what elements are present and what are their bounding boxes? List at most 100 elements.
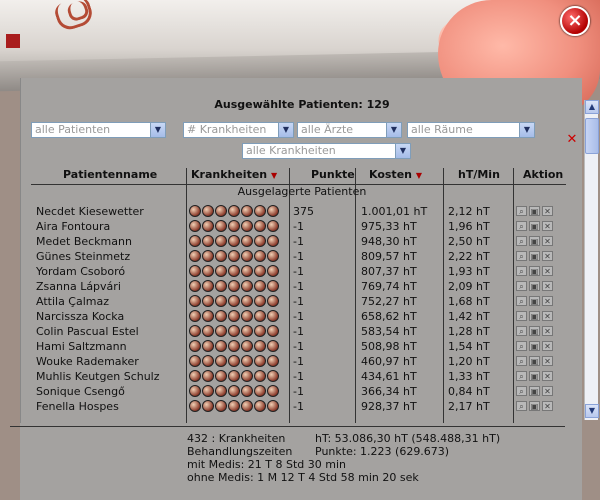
disease-icons (189, 280, 279, 292)
close-button[interactable]: × (560, 6, 590, 36)
disease-icons (189, 310, 279, 322)
table-row[interactable]: Wouke Rademaker -1 460,97 hT 1,20 hT ⌕ ▣ ✕ (21, 355, 566, 370)
edit-icon[interactable]: ▣ (529, 296, 540, 306)
disease-icon (228, 250, 240, 262)
delete-icon[interactable]: ✕ (542, 311, 553, 321)
scroll-thumb[interactable] (585, 118, 599, 154)
disease-count-dropdown[interactable]: # Krankheiten ▼ (183, 122, 294, 138)
disease-icon (241, 310, 253, 322)
table-row[interactable]: Attila Çalmaz -1 752,27 hT 1,68 hT ⌕ ▣ ✕ (21, 295, 566, 310)
disease-icon (202, 340, 214, 352)
search-icon[interactable]: ⌕ (516, 266, 527, 276)
disease-icon (202, 370, 214, 382)
delete-icon[interactable]: ✕ (542, 266, 553, 276)
disease-icon (254, 385, 266, 397)
disease-icons (189, 205, 279, 217)
delete-icon[interactable]: ✕ (542, 356, 553, 366)
row-actions: ⌕ ▣ ✕ (516, 311, 553, 321)
delete-icon[interactable]: ✕ (542, 281, 553, 291)
col-points[interactable]: Punkte (311, 168, 355, 182)
patient-name: Attila Çalmaz (36, 295, 110, 308)
search-icon[interactable]: ⌕ (516, 206, 527, 216)
delete-icon[interactable]: ✕ (542, 296, 553, 306)
disease-icon (254, 280, 266, 292)
row-actions: ⌕ ▣ ✕ (516, 371, 553, 381)
table-row[interactable]: Medet Beckmann -1 948,30 hT 2,50 hT ⌕ ▣ ✕ (21, 235, 566, 250)
disease-icon (189, 205, 201, 217)
table-row[interactable]: Colin Pascual Estel -1 583,54 hT 1,28 hT ⌕ ▣ ✕ (21, 325, 566, 340)
table-row[interactable]: Aira Fontoura -1 975,33 hT 1,96 hT ⌕ ▣ ✕ (21, 220, 566, 235)
table-row[interactable]: Sonique Csengő -1 366,34 hT 0,84 hT ⌕ ▣ ✕ (21, 385, 566, 400)
table-row[interactable]: Yordam Csoboró -1 807,37 hT 1,93 hT ⌕ ▣ ✕ (21, 265, 566, 280)
disease-icon (267, 385, 279, 397)
edit-icon[interactable]: ▣ (529, 371, 540, 381)
delete-icon[interactable]: ✕ (542, 236, 553, 246)
table-row[interactable]: Hami Saltzmann -1 508,98 hT 1,54 hT ⌕ ▣ ✕ (21, 340, 566, 355)
col-ht-min[interactable]: hT/Min (458, 168, 500, 182)
delete-icon[interactable]: ✕ (542, 341, 553, 351)
edit-icon[interactable]: ▣ (529, 236, 540, 246)
patient-ht-min: 2,09 hT (448, 280, 490, 293)
edit-icon[interactable]: ▣ (529, 386, 540, 396)
edit-icon[interactable]: ▣ (529, 311, 540, 321)
edit-icon[interactable]: ▣ (529, 221, 540, 231)
room-filter-dropdown[interactable]: alle Räume ▼ (407, 122, 535, 138)
search-icon[interactable]: ⌕ (516, 371, 527, 381)
disease-filter-dropdown[interactable]: alle Krankheiten ▼ (242, 143, 411, 159)
disease-icon (241, 205, 253, 217)
delete-icon[interactable]: ✕ (542, 326, 553, 336)
delete-icon[interactable]: ✕ (542, 251, 553, 261)
edit-icon[interactable]: ▣ (529, 251, 540, 261)
table-row[interactable]: Muhlis Keutgen Schulz -1 434,61 hT 1,33 hT ⌕… (21, 370, 566, 385)
col-diseases-label: Krankheiten (191, 168, 268, 181)
summary-ht: hT: 53.086,30 hT (548.488,31 hT) (315, 432, 501, 445)
edit-icon[interactable]: ▣ (529, 326, 540, 336)
doctor-filter-dropdown[interactable]: alle Ärzte ▼ (297, 122, 402, 138)
table-row[interactable]: Fenella Hospes -1 928,37 hT 2,17 hT ⌕ ▣ ✕ (21, 400, 566, 415)
disease-icon (241, 355, 253, 367)
delete-icon[interactable]: ✕ (542, 371, 553, 381)
summary-treatment: Behandlungszeiten (187, 445, 293, 458)
delete-icon[interactable]: ✕ (542, 206, 553, 216)
scroll-up-icon[interactable]: ▲ (585, 100, 599, 114)
search-icon[interactable]: ⌕ (516, 236, 527, 246)
delete-icon[interactable]: ✕ (542, 401, 553, 411)
edit-icon[interactable]: ▣ (529, 266, 540, 276)
col-diseases[interactable]: Krankheiten ▼ (191, 168, 277, 182)
search-icon[interactable]: ⌕ (516, 221, 527, 231)
disease-icon (254, 205, 266, 217)
search-icon[interactable]: ⌕ (516, 401, 527, 411)
patient-cost: 948,30 hT (361, 235, 417, 248)
delete-icon[interactable]: ✕ (542, 386, 553, 396)
search-icon[interactable]: ⌕ (516, 251, 527, 261)
patient-cost: 434,61 hT (361, 370, 417, 383)
search-icon[interactable]: ⌕ (516, 281, 527, 291)
edit-icon[interactable]: ▣ (529, 401, 540, 411)
edit-icon[interactable]: ▣ (529, 206, 540, 216)
search-icon[interactable]: ⌕ (516, 296, 527, 306)
scrollbar[interactable]: ▲ ▼ (584, 100, 599, 420)
reset-filter-icon[interactable]: ✕ (565, 133, 579, 147)
scroll-down-icon[interactable]: ▼ (585, 404, 599, 418)
table-row[interactable]: Narcissza Kocka -1 658,62 hT 1,42 hT ⌕ ▣ ✕ (21, 310, 566, 325)
patient-filter-dropdown[interactable]: alle Patienten ▼ (31, 122, 166, 138)
disease-icon (215, 385, 227, 397)
search-icon[interactable]: ⌕ (516, 356, 527, 366)
disease-icon (267, 400, 279, 412)
table-row[interactable]: Necdet Kiesewetter 375 1.001,01 hT 2,12 hT ⌕… (21, 205, 566, 220)
delete-icon[interactable]: ✕ (542, 221, 553, 231)
disease-icon (202, 325, 214, 337)
search-icon[interactable]: ⌕ (516, 326, 527, 336)
patient-ht-min: 1,20 hT (448, 355, 490, 368)
edit-icon[interactable]: ▣ (529, 356, 540, 366)
search-icon[interactable]: ⌕ (516, 341, 527, 351)
table-row[interactable]: Zsanna Lápvári -1 769,74 hT 2,09 hT ⌕ ▣ ✕ (21, 280, 566, 295)
edit-icon[interactable]: ▣ (529, 341, 540, 351)
search-icon[interactable]: ⌕ (516, 311, 527, 321)
disease-icons (189, 250, 279, 262)
search-icon[interactable]: ⌕ (516, 386, 527, 396)
col-cost[interactable]: Kosten ▼ (369, 168, 422, 182)
table-row[interactable]: Günes Steinmetz -1 809,57 hT 2,22 hT ⌕ ▣ ✕ (21, 250, 566, 265)
edit-icon[interactable]: ▣ (529, 281, 540, 291)
col-name[interactable]: Patientenname (63, 168, 157, 182)
